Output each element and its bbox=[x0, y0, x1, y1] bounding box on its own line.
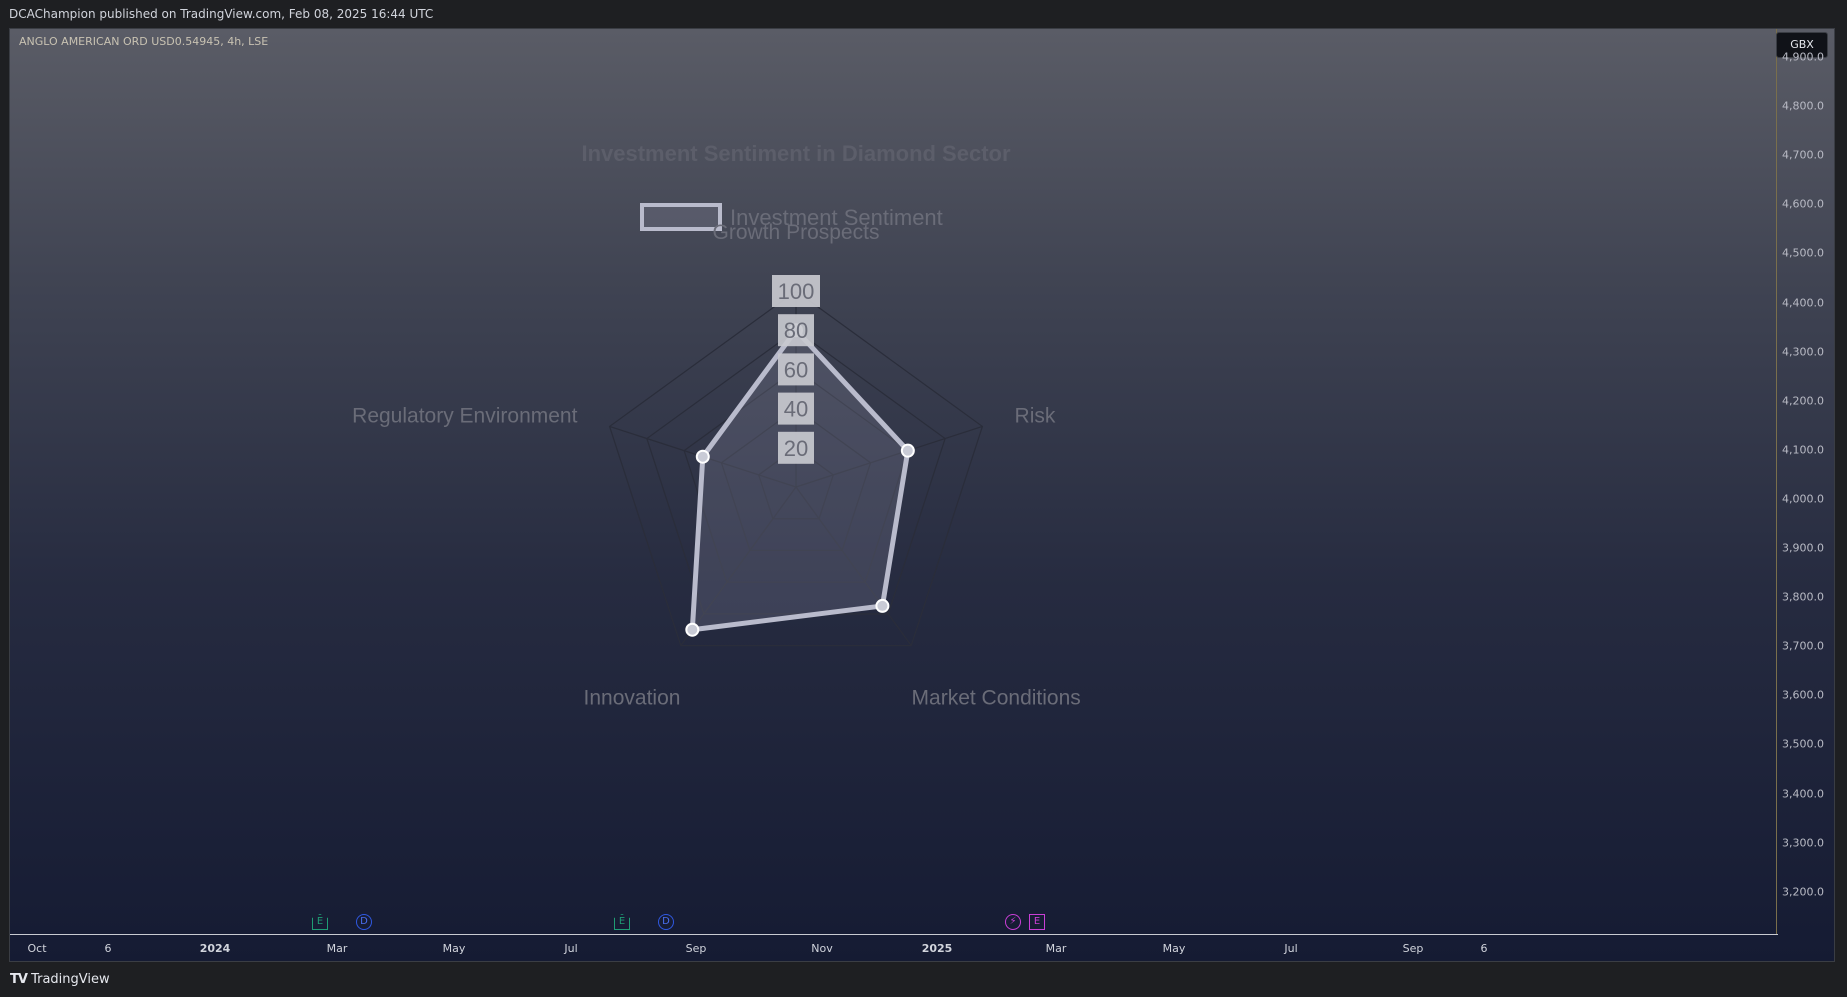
time-axis[interactable]: Oct 6 2024 Mar May Jul Sep Nov 2025 Mar May Jul Sep 6 bbox=[10, 934, 1778, 961]
time-tick: Jul bbox=[564, 942, 578, 955]
price-tick: 3,900.0 bbox=[1782, 541, 1824, 555]
time-tick: 6 bbox=[104, 942, 112, 955]
price-tick: 4,600.0 bbox=[1782, 197, 1824, 211]
category-label-1: Risk bbox=[1015, 405, 1056, 428]
price-axis[interactable]: GBX 4,900.0 4,800.0 4,700.0 4,600.0 4,500.0 4… bbox=[1776, 29, 1834, 935]
footer: TV TradingView bbox=[0, 962, 1847, 997]
chart-frame[interactable]: ANGLO AMERICAN ORD USD0.54945, 4h, LSE I… bbox=[9, 28, 1835, 962]
data-point-4 bbox=[695, 449, 710, 464]
time-tick: Sep bbox=[685, 942, 707, 955]
split-marker-icon[interactable]: ⚡ bbox=[1005, 914, 1021, 930]
svg-text:100: 100 bbox=[778, 279, 815, 304]
time-tick: Sep bbox=[1402, 942, 1424, 955]
chart-title: Investment Sentiment in Diamond Sector bbox=[581, 141, 1011, 166]
price-tick: 4,200.0 bbox=[1782, 394, 1824, 408]
time-tick: 6 bbox=[1480, 942, 1488, 955]
earnings-alt-marker-icon[interactable]: E bbox=[1029, 914, 1045, 930]
price-tick: 3,600.0 bbox=[1782, 688, 1824, 702]
price-tick: 3,700.0 bbox=[1782, 639, 1824, 653]
footer-brand: TradingView bbox=[31, 972, 110, 987]
publish-header: DCAChampion published on TradingView.com… bbox=[0, 0, 1847, 28]
price-tick: 3,400.0 bbox=[1782, 787, 1824, 800]
svg-text:40: 40 bbox=[784, 397, 808, 422]
price-tick: 3,200.0 bbox=[1782, 885, 1824, 899]
legend-swatch bbox=[640, 203, 722, 231]
price-tick: 4,900.0 bbox=[1782, 50, 1824, 64]
category-label-2: Market Conditions bbox=[912, 686, 1081, 709]
dividend-marker-icon[interactable]: D bbox=[658, 914, 674, 930]
price-tick: 4,300.0 bbox=[1782, 345, 1824, 359]
price-tick: 4,400.0 bbox=[1782, 296, 1824, 309]
time-tick: Mar bbox=[326, 942, 348, 955]
price-tick: 4,100.0 bbox=[1782, 443, 1824, 457]
data-point-2 bbox=[875, 598, 890, 613]
time-tick: May bbox=[1162, 942, 1186, 955]
r-tick-40: 40 bbox=[778, 392, 814, 425]
publish-text: DCAChampion published on TradingView.com… bbox=[9, 7, 434, 21]
r-tick-60: 60 bbox=[778, 353, 814, 386]
time-tick: Oct bbox=[27, 942, 47, 955]
time-tick: Mar bbox=[1045, 942, 1067, 955]
category-label-4: Regulatory Environment bbox=[352, 405, 577, 428]
price-tick: 4,800.0 bbox=[1782, 99, 1824, 113]
price-tick: 4,000.0 bbox=[1782, 492, 1824, 506]
data-point-1 bbox=[900, 443, 915, 458]
svg-text:20: 20 bbox=[784, 436, 808, 461]
time-tick: May bbox=[442, 942, 466, 955]
data-point-3 bbox=[685, 622, 700, 637]
r-tick-80: 80 bbox=[778, 314, 814, 347]
svg-text:80: 80 bbox=[784, 318, 808, 343]
price-tick: 3,800.0 bbox=[1782, 590, 1824, 604]
time-tick: Nov bbox=[811, 942, 833, 955]
r-tick-100: 100 bbox=[772, 275, 820, 307]
time-tick: 2025 bbox=[921, 942, 953, 955]
price-tick: 3,500.0 bbox=[1782, 737, 1824, 751]
price-tick: 4,700.0 bbox=[1782, 148, 1824, 162]
price-tick: 4,500.0 bbox=[1782, 246, 1824, 260]
dividend-marker-icon[interactable]: D bbox=[356, 914, 372, 930]
radial-tick-labels: 20 40 60 80 100 bbox=[772, 275, 820, 464]
tradingview-logo-icon: TV bbox=[10, 972, 28, 987]
time-tick: 2024 bbox=[199, 942, 231, 955]
category-label-0: Growth Prospects bbox=[713, 221, 880, 244]
svg-text:60: 60 bbox=[784, 357, 808, 382]
radar-chart: Investment Sentiment in Diamond Sector I… bbox=[352, 141, 1081, 709]
r-tick-20: 20 bbox=[778, 431, 814, 464]
time-tick: Jul bbox=[1284, 942, 1298, 955]
category-label-3: Innovation bbox=[584, 686, 681, 709]
price-tick: 3,300.0 bbox=[1782, 836, 1824, 850]
